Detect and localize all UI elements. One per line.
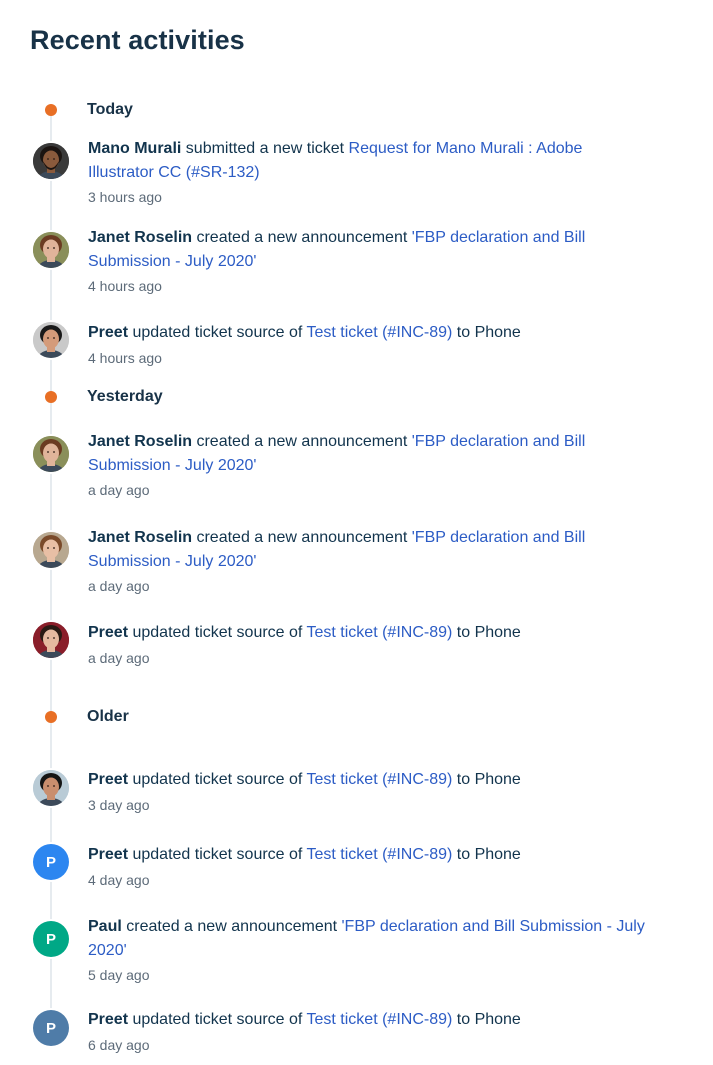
avatar-initial: P xyxy=(45,853,56,871)
activity-time: a day ago xyxy=(88,482,150,498)
activity-link[interactable]: Test ticket (#INC-89) xyxy=(307,624,453,641)
avatar[interactable] xyxy=(33,532,69,568)
avatar[interactable] xyxy=(33,232,69,268)
person-photo-icon xyxy=(33,770,69,806)
group-label: Older xyxy=(87,708,129,725)
activity-text: Janet Roselin created a new announcement… xyxy=(88,526,648,596)
person-photo-icon xyxy=(33,143,69,179)
activity-actor[interactable]: Preet xyxy=(88,1011,128,1028)
avatar[interactable]: P xyxy=(33,844,69,880)
timeline-dot-icon xyxy=(45,104,57,116)
group-header-yesterday: Yesterday xyxy=(0,387,713,407)
activity-actor[interactable]: Paul xyxy=(88,918,122,935)
activity-action: submitted a new ticket xyxy=(181,140,349,157)
activity-action: updated ticket source of xyxy=(128,1011,307,1028)
activity-suffix: to Phone xyxy=(452,324,521,341)
activity-suffix: to Phone xyxy=(452,1011,521,1028)
activity-action: created a new announcement xyxy=(121,918,342,935)
avatar-initial: P xyxy=(45,930,56,948)
activity-text: Paul created a new announcement 'FBP dec… xyxy=(88,915,648,985)
activity-time: 3 day ago xyxy=(88,796,150,813)
avatar[interactable] xyxy=(33,322,69,358)
avatar[interactable]: P xyxy=(33,921,69,957)
activity-text: Preet updated ticket source of Test tick… xyxy=(88,768,648,815)
avatar[interactable]: P xyxy=(33,1010,69,1046)
activity-time: 4 hours ago xyxy=(88,278,162,294)
person-photo-icon xyxy=(33,232,69,268)
activity-action: updated ticket source of xyxy=(128,324,307,341)
activity-text: Preet updated ticket source of Test tick… xyxy=(88,843,648,890)
activity-link[interactable]: Test ticket (#INC-89) xyxy=(307,1011,453,1028)
activity-actor[interactable]: Janet Roselin xyxy=(88,229,192,246)
activity-text: Preet updated ticket source of Test tick… xyxy=(88,1008,648,1055)
page-title: Recent activities xyxy=(30,25,245,55)
activity-text: Preet updated ticket source of Test tick… xyxy=(88,621,648,668)
activity-actor[interactable]: Janet Roselin xyxy=(88,433,192,450)
activity-actor[interactable]: Mano Murali xyxy=(88,140,181,157)
activity-action: created a new announcement xyxy=(192,529,412,546)
group-label: Today xyxy=(87,101,133,118)
activity-time: 4 day ago xyxy=(88,871,150,888)
activity-time: 5 day ago xyxy=(88,967,150,983)
activity-time: 3 hours ago xyxy=(88,189,162,205)
person-photo-icon xyxy=(33,532,69,568)
activity-text: Janet Roselin created a new announcement… xyxy=(88,226,648,296)
group-header-today: Today xyxy=(0,100,713,120)
activity-link[interactable]: Test ticket (#INC-89) xyxy=(307,846,453,863)
activity-actor[interactable]: Preet xyxy=(88,324,128,341)
timeline-dot-icon xyxy=(45,711,57,723)
activity-action: created a new announcement xyxy=(192,433,412,450)
avatar[interactable] xyxy=(33,143,69,179)
activity-time: a day ago xyxy=(88,578,150,594)
group-label: Yesterday xyxy=(87,388,163,405)
activity-link[interactable]: Test ticket (#INC-89) xyxy=(307,771,453,788)
activity-actor[interactable]: Preet xyxy=(88,771,128,788)
activity-time: 4 hours ago xyxy=(88,349,162,366)
avatar[interactable] xyxy=(33,436,69,472)
activity-time: a day ago xyxy=(88,649,150,666)
timeline-dot-icon xyxy=(45,391,57,403)
person-photo-icon xyxy=(33,622,69,658)
recent-activities-page: Recent activities Today Yesterday Older … xyxy=(0,0,713,1065)
activity-suffix: to Phone xyxy=(452,771,521,788)
activity-text: Mano Murali submitted a new ticket Reque… xyxy=(88,137,648,207)
activity-action: updated ticket source of xyxy=(128,771,307,788)
activity-text: Janet Roselin created a new announcement… xyxy=(88,430,648,500)
activity-actor[interactable]: Janet Roselin xyxy=(88,529,192,546)
avatar-initial: P xyxy=(45,1019,56,1037)
activity-suffix: to Phone xyxy=(452,846,521,863)
person-photo-icon xyxy=(33,436,69,472)
activity-text: Preet updated ticket source of Test tick… xyxy=(88,321,648,368)
activity-actor[interactable]: Preet xyxy=(88,624,128,641)
activity-suffix: to Phone xyxy=(452,624,521,641)
activity-action: updated ticket source of xyxy=(128,846,307,863)
avatar[interactable] xyxy=(33,770,69,806)
avatar[interactable] xyxy=(33,622,69,658)
activity-link[interactable]: Test ticket (#INC-89) xyxy=(307,324,453,341)
activity-time: 6 day ago xyxy=(88,1036,150,1053)
activity-actor[interactable]: Preet xyxy=(88,846,128,863)
person-photo-icon xyxy=(33,322,69,358)
activity-action: created a new announcement xyxy=(192,229,412,246)
activity-action: updated ticket source of xyxy=(128,624,307,641)
group-header-older: Older xyxy=(0,707,713,727)
